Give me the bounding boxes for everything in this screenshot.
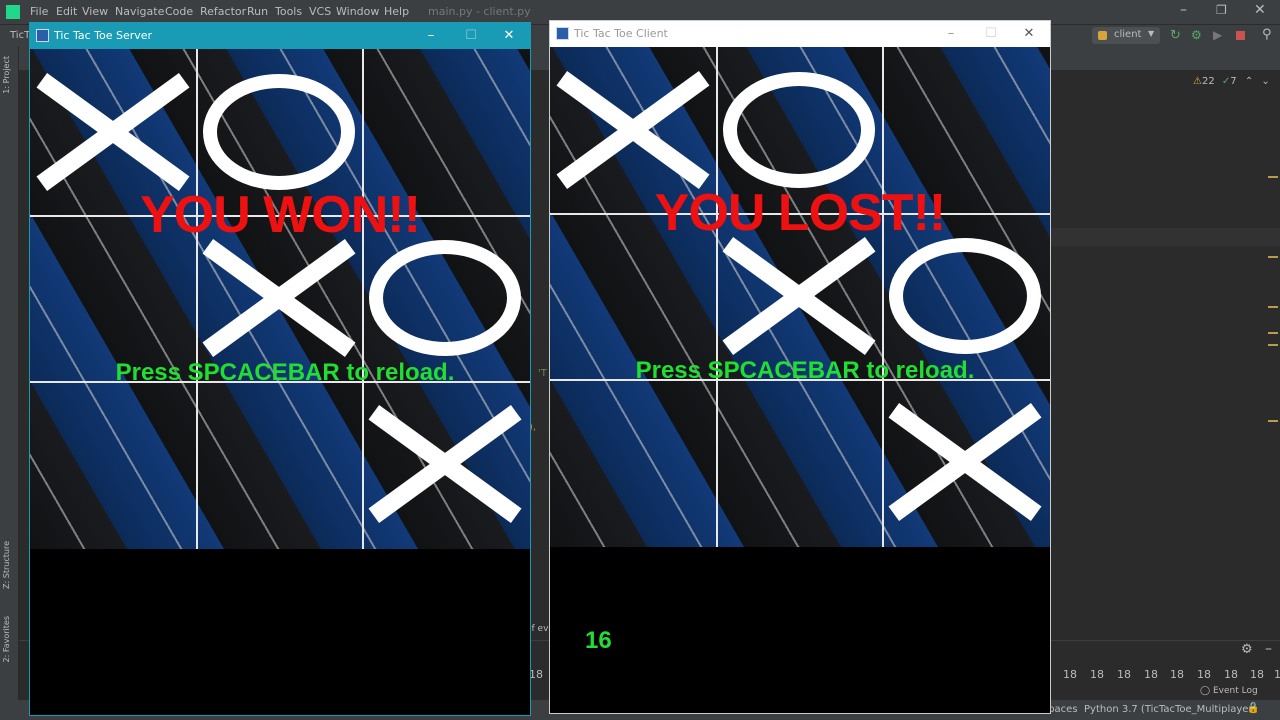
minimize-icon[interactable]: – <box>1180 2 1187 18</box>
move-counter: 16 <box>585 627 612 654</box>
console-output-left: 18 <box>529 668 543 681</box>
o-mark-icon <box>369 240 521 356</box>
o-mark-icon <box>203 74 355 190</box>
x-mark-icon <box>890 408 1040 516</box>
console-value: 18 <box>1170 668 1184 681</box>
gutter-mark <box>1268 306 1278 308</box>
console-value: 18 <box>1250 668 1264 681</box>
pycharm-logo-icon <box>6 5 20 19</box>
x-mark-icon <box>558 76 708 184</box>
run-config-dropdown[interactable]: client ▼ <box>1092 27 1160 44</box>
warnings-indicator[interactable]: ⚠22 ✓7 ⌃ ⌄ <box>1193 76 1270 87</box>
console-value: 18 <box>1197 668 1211 681</box>
warning-count: 22 <box>1201 76 1215 87</box>
gutter-mark <box>1268 256 1278 258</box>
reload-instruction: Press SPCACEBAR to reload. <box>635 357 975 384</box>
board-cell[interactable] <box>716 379 882 545</box>
close-icon[interactable]: ✕ <box>1254 2 1266 18</box>
coverage-icon[interactable]: ▶ <box>1213 28 1222 42</box>
menu-vcs[interactable]: VCS <box>309 5 331 18</box>
console-value: 18 <box>1144 668 1158 681</box>
result-message: YOU LOST!! <box>654 184 946 242</box>
game-board[interactable] <box>550 47 1050 547</box>
x-mark-icon <box>204 244 354 352</box>
close-icon[interactable]: ✕ <box>1014 25 1044 43</box>
status-area <box>30 549 530 715</box>
window-title: Tic Tac Toe Server <box>54 29 153 42</box>
event-log-link[interactable]: ◯ Event Log <box>1200 686 1258 696</box>
board-cell[interactable] <box>196 381 362 547</box>
restore-icon[interactable]: ❐ <box>1216 3 1227 17</box>
debug-icon[interactable]: ⚙ <box>1191 28 1202 42</box>
close-icon[interactable]: ✕ <box>494 27 524 45</box>
ide-window-title: main.py - client.py <box>428 5 531 18</box>
x-mark-icon <box>724 242 874 350</box>
settings-icon[interactable]: ⚙ <box>1241 642 1253 657</box>
event-log-label: Event Log <box>1212 686 1258 696</box>
chevron-down-icon: ⌄ <box>1261 76 1270 87</box>
board-cell[interactable] <box>550 379 716 545</box>
app-icon <box>36 29 49 42</box>
lock-icon[interactable]: 🔓 <box>1247 703 1259 714</box>
project-tool-tab[interactable]: 1: Project <box>2 56 11 94</box>
board-cell[interactable] <box>882 379 1048 545</box>
search-icon[interactable]: ⚲ <box>1262 27 1272 42</box>
game-board[interactable] <box>30 49 530 549</box>
project-breadcrumb[interactable]: TicT <box>10 30 30 41</box>
reload-instruction: Press SPCACEBAR to reload. <box>115 359 455 386</box>
result-message: YOU WON!! <box>140 186 421 244</box>
board-cell[interactable] <box>30 381 196 547</box>
event-log-icon: ◯ <box>1200 686 1211 696</box>
python-icon <box>1098 31 1107 40</box>
client-window: Tic Tac Toe Client – ☐ ✕ YOU LOST!! Pres… <box>549 20 1051 714</box>
x-mark-icon <box>370 410 520 518</box>
minimize-icon[interactable]: – <box>416 27 446 45</box>
menu-tools[interactable]: Tools <box>275 5 302 18</box>
minimize-icon[interactable]: – <box>936 25 966 43</box>
maximize-icon[interactable]: ☐ <box>976 25 1006 43</box>
gutter-mark <box>1268 332 1278 334</box>
gutter-mark <box>1268 344 1278 346</box>
window-title: Tic Tac Toe Client <box>574 27 668 40</box>
menu-view[interactable]: View <box>82 5 108 18</box>
console-value: 18 <box>1224 668 1238 681</box>
interpreter-indicator[interactable]: Python 3.7 (TicTacToe_Multiplayer) <box>1084 704 1256 715</box>
run-config-label: client <box>1114 29 1142 40</box>
menu-run[interactable]: Run <box>247 5 268 18</box>
favorites-tool-tab[interactable]: 2: Favorites <box>2 616 11 662</box>
server-titlebar[interactable]: Tic Tac Toe Server – ☐ ✕ <box>30 23 530 49</box>
tool-window-strip: 1: Project Z: Structure 2: Favorites <box>0 46 19 720</box>
menu-edit[interactable]: Edit <box>56 5 77 18</box>
chevron-up-icon: ⌃ <box>1244 76 1254 87</box>
editor-highlight-line <box>1049 228 1280 246</box>
menu-help[interactable]: Help <box>384 5 409 18</box>
menu-window[interactable]: Window <box>336 5 379 18</box>
rerun-icon[interactable]: ↻ <box>1170 28 1181 43</box>
gutter-mark <box>1268 420 1278 422</box>
client-titlebar[interactable]: Tic Tac Toe Client – ☐ ✕ <box>550 21 1050 47</box>
chevron-down-icon: ▼ <box>1148 29 1155 38</box>
menu-file[interactable]: File <box>30 5 48 18</box>
gutter-mark <box>1268 176 1278 178</box>
status-area: 16 <box>550 547 1050 713</box>
console-value: 18 <box>1117 668 1131 681</box>
menu-code[interactable]: Code <box>165 5 193 18</box>
check-count: 7 <box>1230 76 1237 87</box>
console-value: 18 <box>1274 668 1280 681</box>
menu-navigate[interactable]: Navigate <box>115 5 164 18</box>
o-mark-icon <box>723 72 875 188</box>
menu-refactor[interactable]: Refactor <box>200 5 246 18</box>
app-icon <box>556 27 569 40</box>
structure-tool-tab[interactable]: Z: Structure <box>2 541 11 589</box>
console-value: 18 <box>1063 668 1077 681</box>
warning-icon: ⚠ <box>1193 76 1202 87</box>
server-window: Tic Tac Toe Server – ☐ ✕ YOU WON!! Press… <box>29 22 531 716</box>
console-value: 18 <box>1090 668 1104 681</box>
stop-icon[interactable] <box>1236 31 1245 40</box>
x-mark-icon <box>38 78 188 186</box>
hide-panel-icon[interactable]: – <box>1265 641 1272 657</box>
o-mark-icon <box>889 238 1041 354</box>
maximize-icon[interactable]: ☐ <box>456 27 486 45</box>
board-cell[interactable] <box>362 381 528 547</box>
